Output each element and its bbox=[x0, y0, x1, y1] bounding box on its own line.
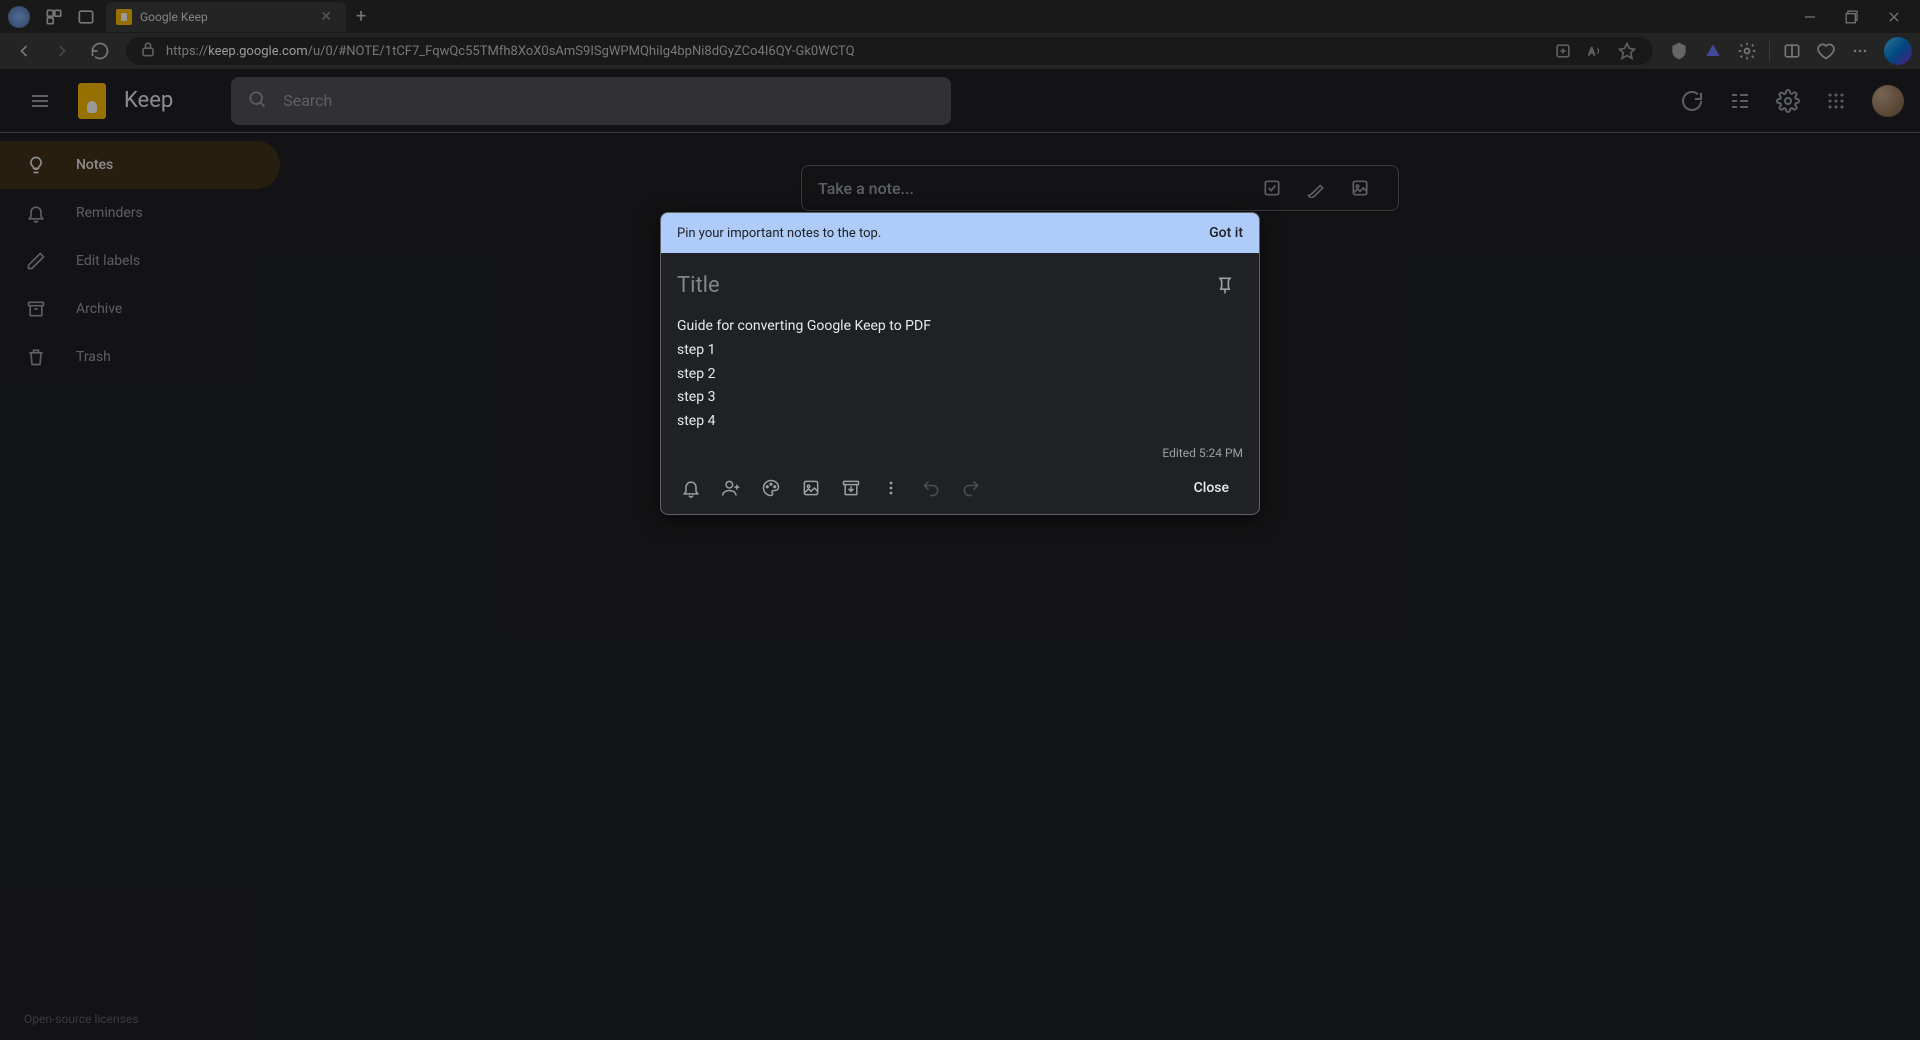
modal-overlay[interactable]: Pin your important notes to the top. Got… bbox=[0, 0, 1920, 1040]
hint-dismiss-button[interactable]: Got it bbox=[1209, 225, 1243, 241]
archive-note-icon[interactable] bbox=[831, 470, 871, 506]
note-toolbar: Close bbox=[661, 466, 1259, 514]
edited-timestamp: Edited 5:24 PM bbox=[661, 444, 1259, 466]
hint-text: Pin your important notes to the top. bbox=[677, 226, 1209, 241]
remind-me-icon[interactable] bbox=[671, 470, 711, 506]
note-editor-modal: Pin your important notes to the top. Got… bbox=[660, 212, 1260, 515]
collaborator-icon[interactable] bbox=[711, 470, 751, 506]
close-note-button[interactable]: Close bbox=[1174, 472, 1249, 504]
note-title-input[interactable] bbox=[677, 273, 1207, 298]
pin-hint-bar: Pin your important notes to the top. Got… bbox=[661, 213, 1259, 253]
pin-note-icon[interactable] bbox=[1207, 267, 1243, 303]
note-title-row bbox=[661, 253, 1259, 309]
redo-icon[interactable] bbox=[951, 470, 991, 506]
note-body[interactable]: Guide for converting Google Keep to PDF … bbox=[661, 309, 1259, 444]
undo-icon[interactable] bbox=[911, 470, 951, 506]
more-icon[interactable] bbox=[871, 470, 911, 506]
add-image-icon[interactable] bbox=[791, 470, 831, 506]
background-options-icon[interactable] bbox=[751, 470, 791, 506]
